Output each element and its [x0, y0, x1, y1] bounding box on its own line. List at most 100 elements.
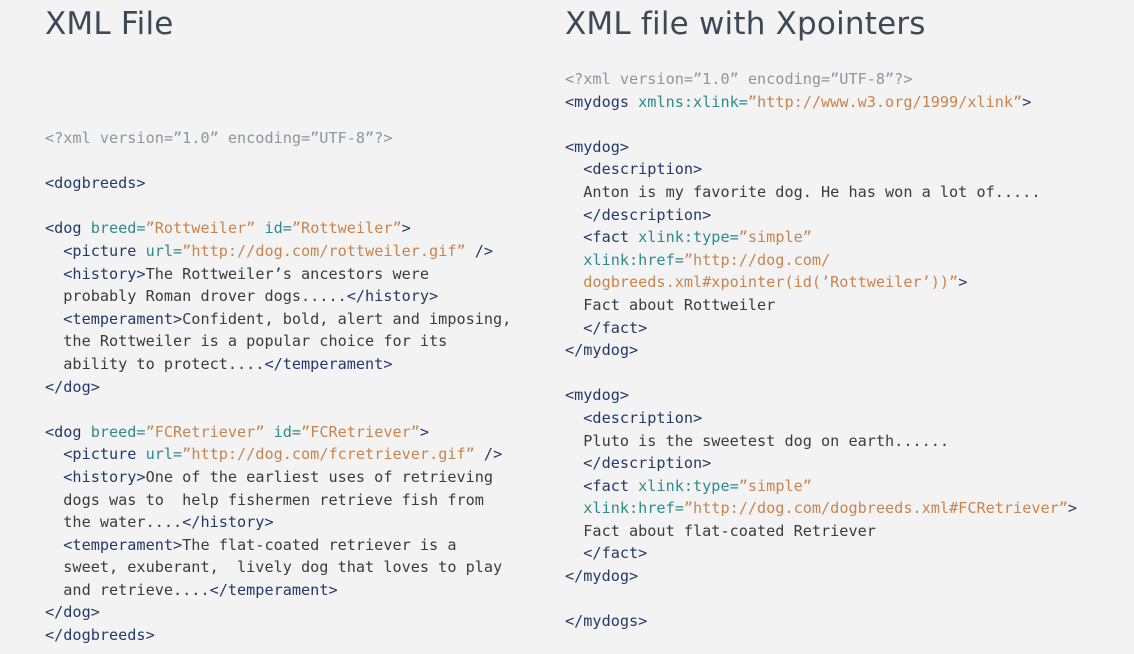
code-token: url=	[145, 445, 183, 464]
code-token: ”FCRetriever”	[145, 422, 265, 441]
code-line: </dog>	[45, 601, 511, 624]
code-line: xlink:href=”http://dog.com/dogbreeds.xml…	[565, 497, 1077, 520]
code-line: <dogbreeds>	[45, 172, 511, 195]
code-line: Anton is my favorite dog. He has won a l…	[565, 181, 1077, 204]
code-token: <fact	[565, 228, 639, 247]
code-line: <mydog>	[565, 136, 1077, 159]
code-token: </dog>	[45, 603, 100, 622]
code-token: />	[474, 445, 503, 464]
code-line: <temperament>The flat-coated retriever i…	[45, 534, 511, 557]
code-token: xlink:type=	[638, 228, 739, 247]
code-token: </temperament>	[264, 354, 393, 373]
code-token: ”http://dog.com/dogbreeds.xml#FCRetrieve…	[683, 499, 1068, 518]
code-token: url=	[145, 241, 183, 260]
code-line: <description>	[565, 407, 1077, 430]
code-token: <?xml version=”1.0” encoding=”UTF-8”?>	[45, 129, 393, 147]
code-line: </fact>	[565, 317, 1077, 340]
code-token: <picture	[45, 445, 146, 464]
code-token: id=	[255, 219, 292, 238]
code-token: </mydog>	[565, 567, 639, 586]
code-token: </fact>	[565, 544, 648, 563]
code-token: The Rottweiler’s ancestors were	[145, 264, 430, 283]
xml-file-heading: XML File	[45, 6, 174, 42]
code-token: xmlns:xlink=	[638, 92, 748, 111]
code-token: xlink:href=	[565, 250, 684, 269]
code-token: >	[958, 273, 968, 292]
code-line: <fact xlink:type=”simple”	[565, 226, 1077, 249]
code-token: ”Rottweiler”	[145, 219, 256, 238]
code-line: <picture url=”http://dog.com/fcretriever…	[45, 443, 511, 466]
code-token: breed=	[90, 422, 146, 441]
code-token: <mydog>	[565, 137, 630, 156]
code-token: and retrieve....	[45, 580, 210, 599]
code-token: breed=	[90, 219, 146, 238]
code-token: The flat-coated retriever is a	[182, 535, 457, 554]
code-token: <dog	[45, 422, 91, 441]
code-line: dogs was to help fishermen retrieve fish…	[45, 489, 511, 512]
code-token: ”Rottweiler”	[291, 219, 402, 238]
code-line: <mydogs xmlns:xlink=”http://www.w3.org/1…	[565, 91, 1077, 114]
code-line: <?xml version=”1.0” encoding=”UTF-8”?>	[45, 127, 511, 150]
code-token: id=	[264, 422, 302, 441]
code-line: dogbreeds.xml#xpointer(id(’Rottweiler’))…	[565, 271, 1077, 294]
code-line: <?xml version=”1.0” encoding=”UTF-8”?>	[565, 68, 1077, 91]
code-token: </dog>	[45, 377, 100, 396]
code-token: <mydog>	[565, 386, 630, 405]
xml-xpointer-heading: XML file with Xpointers	[565, 6, 926, 42]
code-token: <history>	[45, 264, 146, 283]
code-token: xlink:href=	[565, 499, 684, 518]
code-token: <temperament>	[45, 309, 183, 328]
code-line: probably Roman drover dogs.....</history…	[45, 285, 511, 308]
code-token: <description>	[565, 160, 703, 179]
code-line: </description>	[565, 452, 1077, 475]
code-token: ”FCRetriever”	[301, 422, 420, 441]
code-token: <mydogs	[565, 92, 639, 111]
code-token: ability to protect....	[45, 354, 265, 373]
code-token: <dog	[45, 219, 91, 238]
code-line: xlink:href=”http://dog.com/	[565, 249, 1077, 272]
code-token: the Rottweiler is a popular choice for i…	[45, 332, 448, 351]
code-token: Anton is my favorite dog. He has won a l…	[565, 182, 1041, 201]
code-token: sweet, exuberant, lively dog that loves …	[45, 558, 503, 577]
code-token: ”http://dog.com/	[683, 250, 831, 269]
code-token: dogs was to help fishermen retrieve fish…	[45, 490, 484, 509]
code-line: Fact about Rottweiler	[565, 294, 1077, 317]
code-token: <dogbreeds>	[45, 174, 146, 193]
code-line: <history>The Rottweiler’s ancestors were	[45, 263, 511, 286]
code-token: ”simple”	[738, 228, 812, 247]
code-token: <?xml version=”1.0” encoding=”UTF-8”?>	[565, 70, 913, 88]
code-line: </mydogs>	[565, 610, 1077, 633]
code-token: ”simple”	[738, 476, 812, 495]
code-line: <description>	[565, 158, 1077, 181]
code-line: <picture url=”http://dog.com/rottweiler.…	[45, 240, 511, 263]
code-token: ”http://dog.com/rottweiler.gif”	[182, 241, 466, 260]
code-token: />	[465, 241, 494, 260]
code-line: the water....</history>	[45, 511, 511, 534]
code-line: ability to protect....</temperament>	[45, 353, 511, 376]
code-token: dogbreeds.xml#xpointer(id(’Rottweiler’))…	[565, 273, 959, 292]
code-token: <picture	[45, 241, 146, 260]
code-token: </history>	[346, 287, 439, 306]
code-token: </description>	[565, 205, 712, 224]
code-line: Pluto is the sweetest dog on earth......	[565, 430, 1077, 453]
code-token: >	[419, 422, 430, 441]
code-line: the Rottweiler is a popular choice for i…	[45, 330, 511, 353]
code-line: <mydog>	[565, 384, 1077, 407]
code-token: One of the earliest uses of retrieving	[145, 467, 494, 486]
code-token: ”http://dog.com/fcretriever.gif”	[182, 445, 475, 464]
code-token: <fact	[565, 476, 639, 495]
code-token: </fact>	[565, 318, 648, 337]
code-token: ”http://www.w3.org/1999/xlink”	[747, 92, 1023, 111]
code-token: <temperament>	[45, 535, 183, 554]
code-token: </dogbreeds>	[45, 626, 155, 645]
code-token: </description>	[565, 454, 712, 473]
code-line: and retrieve....</temperament>	[45, 579, 511, 602]
code-line: </description>	[565, 204, 1077, 227]
code-line: <dog breed=”Rottweiler” id=”Rottweiler”>	[45, 217, 511, 240]
code-line: </fact>	[565, 542, 1077, 565]
code-token: Confident, bold, alert and imposing,	[182, 309, 512, 328]
